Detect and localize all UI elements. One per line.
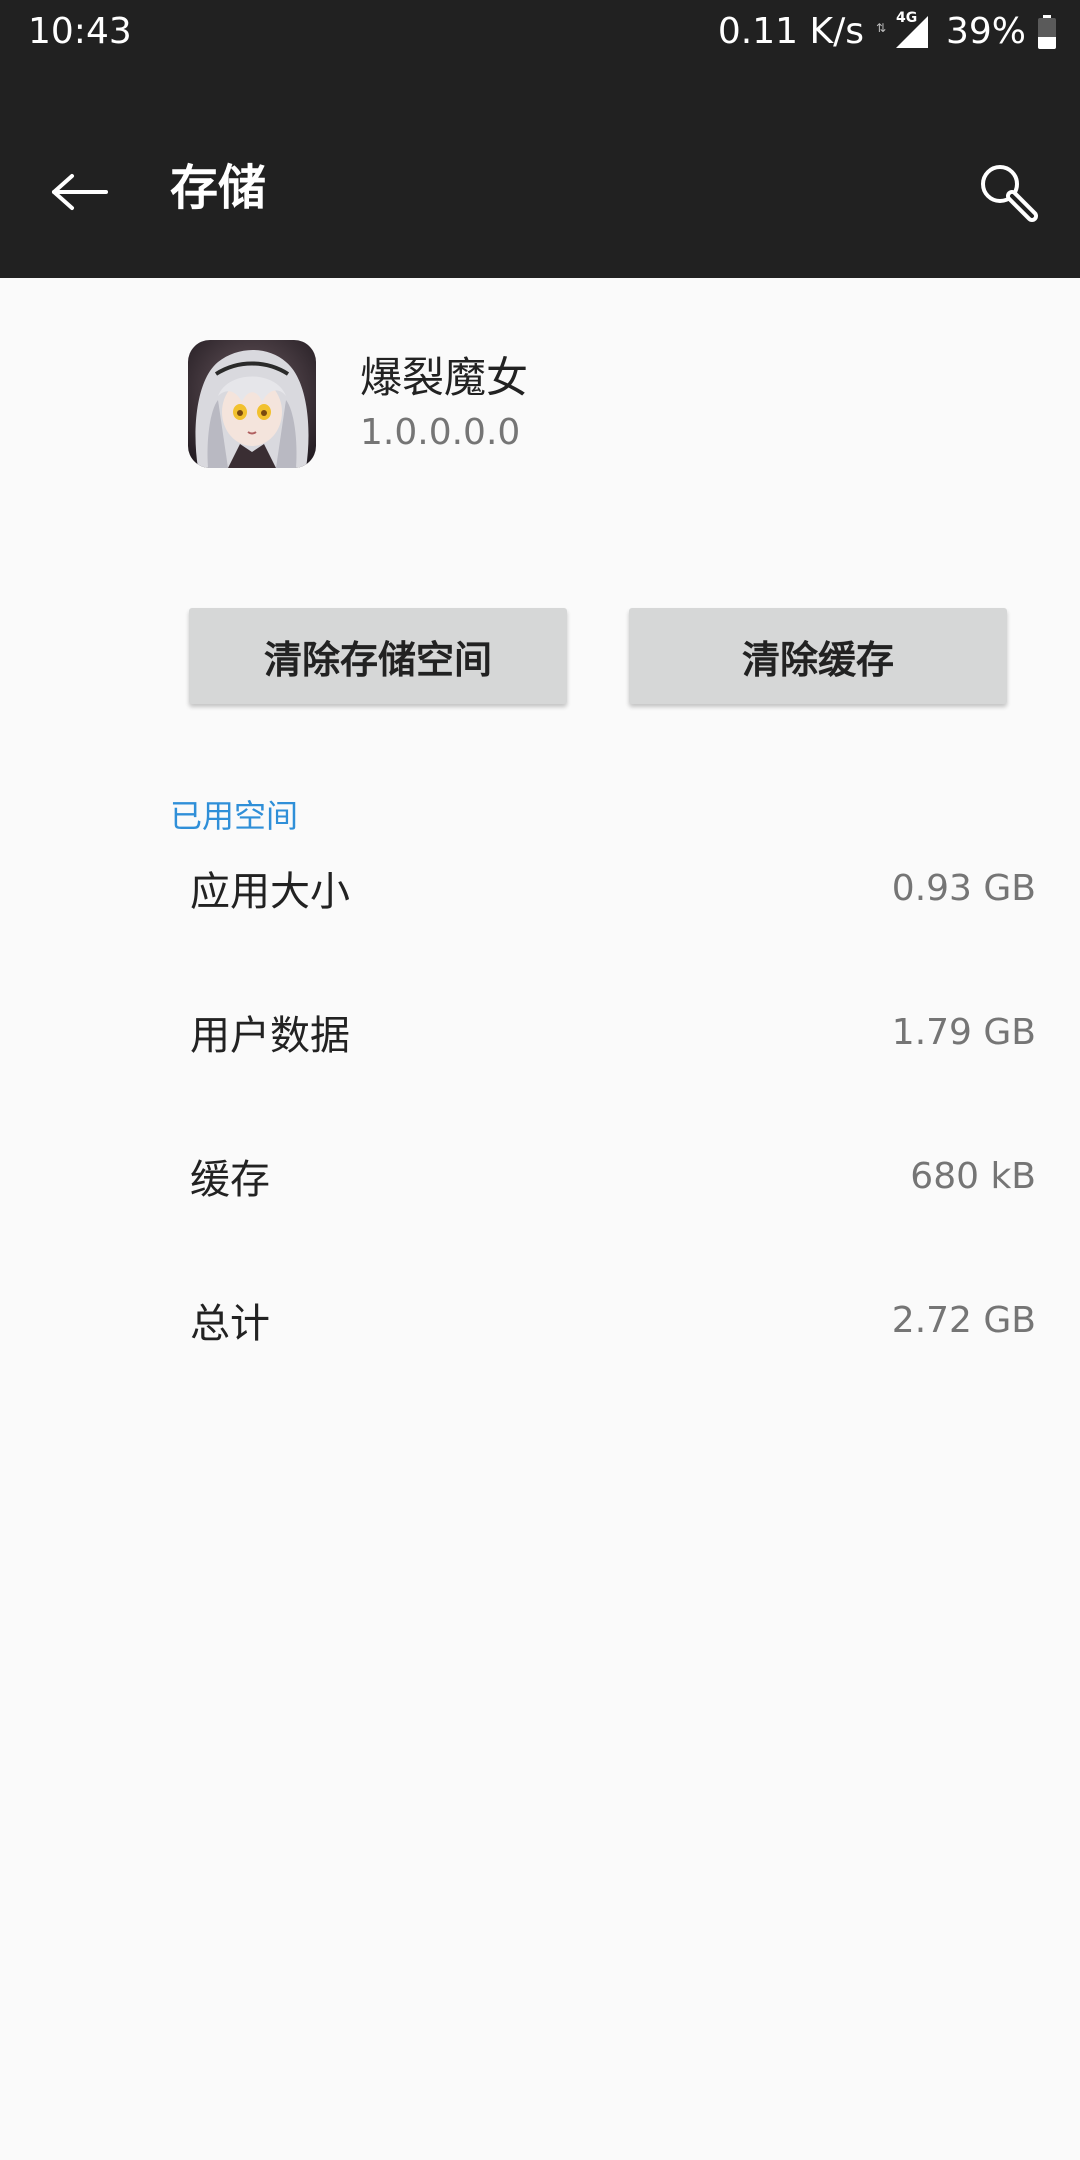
- search-button[interactable]: [966, 150, 1050, 234]
- back-button[interactable]: [40, 152, 120, 232]
- row-value: 1.79 GB: [891, 1011, 1036, 1053]
- row-label: 用户数据: [190, 1013, 350, 1059]
- clear-storage-button[interactable]: 清除存储空间: [189, 608, 567, 704]
- app-header: 爆裂魔女 1.0.0.0.0: [188, 340, 528, 468]
- row-value: 680 kB: [910, 1155, 1036, 1197]
- row-value: 2.72 GB: [891, 1299, 1036, 1341]
- status-indicators: 0.11 K/s ⇅ 4G 39%: [718, 10, 1056, 54]
- status-time: 10:43: [28, 11, 132, 52]
- app-bar: 存储: [0, 64, 1080, 278]
- row-label: 缓存: [190, 1157, 270, 1203]
- cell-signal-icon: ⇅ 4G: [876, 10, 934, 54]
- app-name: 爆裂魔女: [360, 353, 529, 402]
- row-value: 0.93 GB: [891, 867, 1036, 909]
- network-speed: 0.11 K/s: [717, 11, 864, 52]
- storage-row-user-data: 用户数据 1.79 GB: [190, 992, 1036, 1072]
- search-icon: [981, 165, 1038, 222]
- app-version: 1.0.0.0.0: [360, 412, 521, 453]
- row-label: 应用大小: [190, 869, 350, 915]
- battery-icon: [1038, 15, 1056, 49]
- storage-row-app-size: 应用大小 0.93 GB: [190, 848, 1036, 928]
- storage-row-total: 总计 2.72 GB: [190, 1280, 1036, 1360]
- row-label: 总计: [190, 1301, 270, 1347]
- status-bar: 10:43 0.11 K/s ⇅ 4G 39%: [0, 0, 1080, 64]
- storage-row-cache: 缓存 680 kB: [190, 1136, 1036, 1216]
- section-header-used-space: 已用空间: [170, 797, 299, 835]
- page-title: 存储: [170, 160, 267, 216]
- app-icon: [188, 340, 316, 468]
- clear-cache-button[interactable]: 清除缓存: [629, 608, 1007, 704]
- battery-percent: 39%: [945, 11, 1026, 52]
- app-info: 爆裂魔女 1.0.0.0.0: [360, 351, 528, 457]
- arrow-left-icon: [52, 174, 108, 210]
